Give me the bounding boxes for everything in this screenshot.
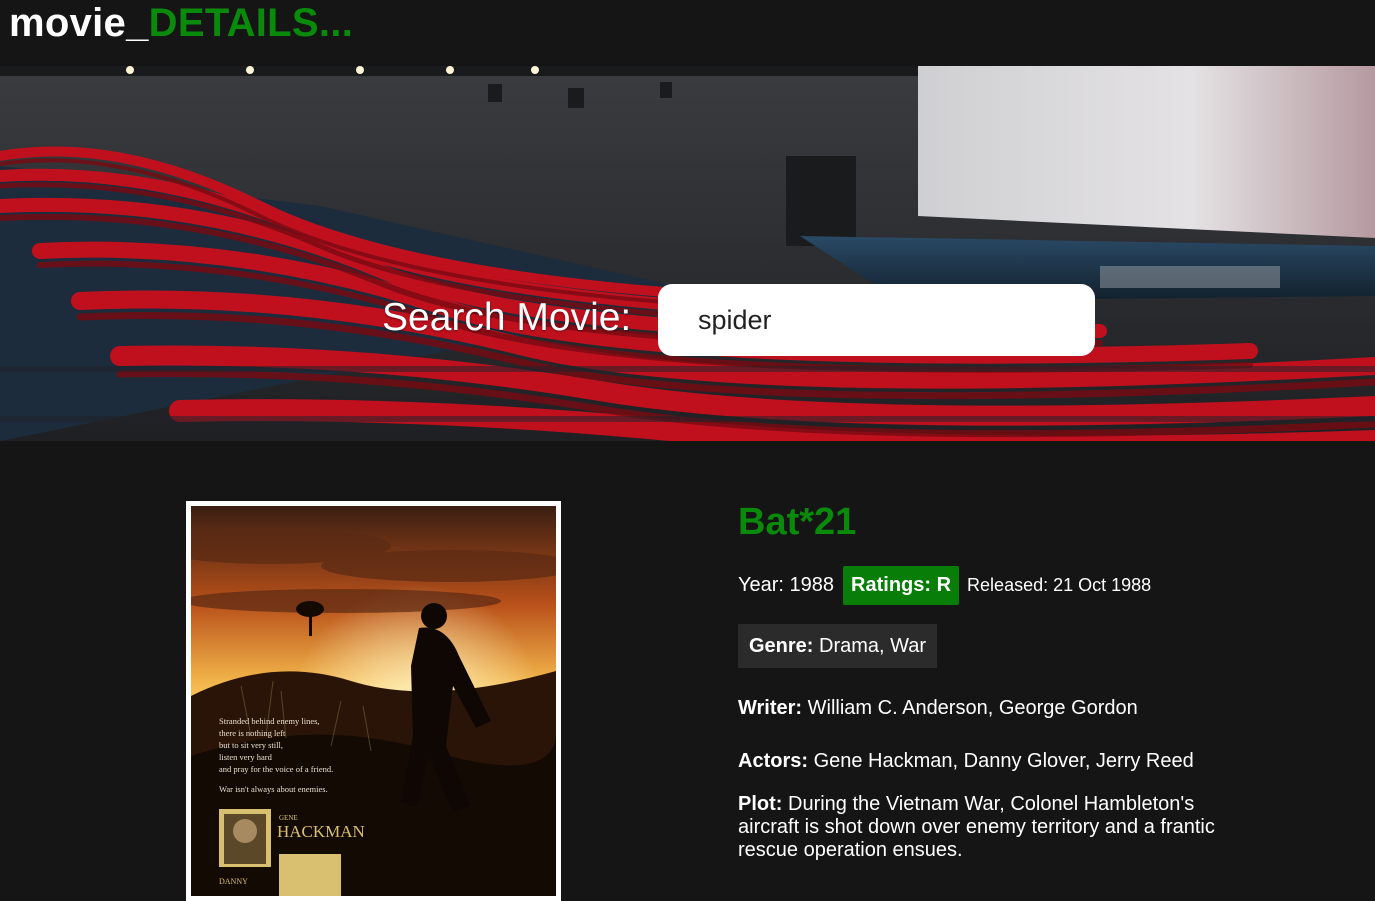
poster-actor1-first: GENE: [279, 814, 298, 822]
search-label: Search Movie:: [382, 296, 632, 339]
poster-tagline-1: Stranded behind enemy lines,: [219, 716, 320, 726]
year-value: 1988: [789, 574, 835, 596]
logo-accent: DETAILS...: [148, 1, 354, 45]
poster-actor2-first: DANNY: [219, 877, 248, 886]
writer-label: Writer:: [738, 697, 803, 719]
cinema-hall-image: [0, 66, 1375, 441]
released-label: Released:: [967, 575, 1049, 595]
poster-tagline-2: there is nothing left: [219, 728, 286, 738]
hero-banner: Search Movie:: [0, 66, 1375, 441]
search-input[interactable]: [658, 284, 1095, 356]
year-label: Year:: [738, 574, 784, 596]
poster-tagline-6: War isn't always about enemies.: [219, 784, 328, 794]
top-bar: movie_DETAILS...: [0, 0, 1375, 66]
genre-box: Genre: Drama, War: [738, 624, 938, 668]
site-logo[interactable]: movie_DETAILS...: [9, 0, 353, 46]
released-field: Released: 21 Oct 1988: [967, 575, 1151, 596]
writer-value: William C. Anderson, George Gordon: [807, 697, 1138, 719]
actors-value: Gene Hackman, Danny Glover, Jerry Reed: [813, 750, 1194, 772]
movie-title: Bat*21: [738, 501, 857, 543]
released-value: 21 Oct 1988: [1053, 575, 1152, 595]
genre-value: Drama, War: [819, 635, 927, 657]
ratings-label: Ratings:: [851, 574, 932, 596]
writer-field: Writer: William C. Anderson, George Gord…: [738, 697, 1138, 720]
poster-image: Stranded behind enemy lines, there is no…: [191, 506, 556, 896]
actors-field: Actors: Gene Hackman, Danny Glover, Jerr…: [738, 750, 1194, 773]
meta-row: Year: 1988 Ratings: R Released: 21 Oct 1…: [738, 566, 1151, 605]
plot-field: Plot: During the Vietnam War, Colonel Ha…: [738, 793, 1228, 862]
poster-tagline-5: and pray for the voice of a friend.: [219, 764, 333, 774]
logo-prefix: movie_: [9, 1, 149, 45]
rating-badge: Ratings: R: [843, 566, 960, 605]
actors-label: Actors:: [738, 750, 809, 772]
year-field: Year: 1988: [738, 574, 834, 597]
movie-poster: Stranded behind enemy lines, there is no…: [186, 501, 561, 901]
genre-label: Genre:: [749, 635, 814, 657]
poster-actor1-last: HACKMAN: [277, 822, 365, 841]
poster-tagline-3: but to sit very still,: [219, 740, 283, 750]
rating-value: R: [936, 574, 952, 596]
plot-value: During the Vietnam War, Colonel Hambleto…: [738, 793, 1215, 861]
plot-label: Plot:: [738, 793, 783, 815]
poster-tagline-4: listen very hard: [219, 752, 273, 762]
